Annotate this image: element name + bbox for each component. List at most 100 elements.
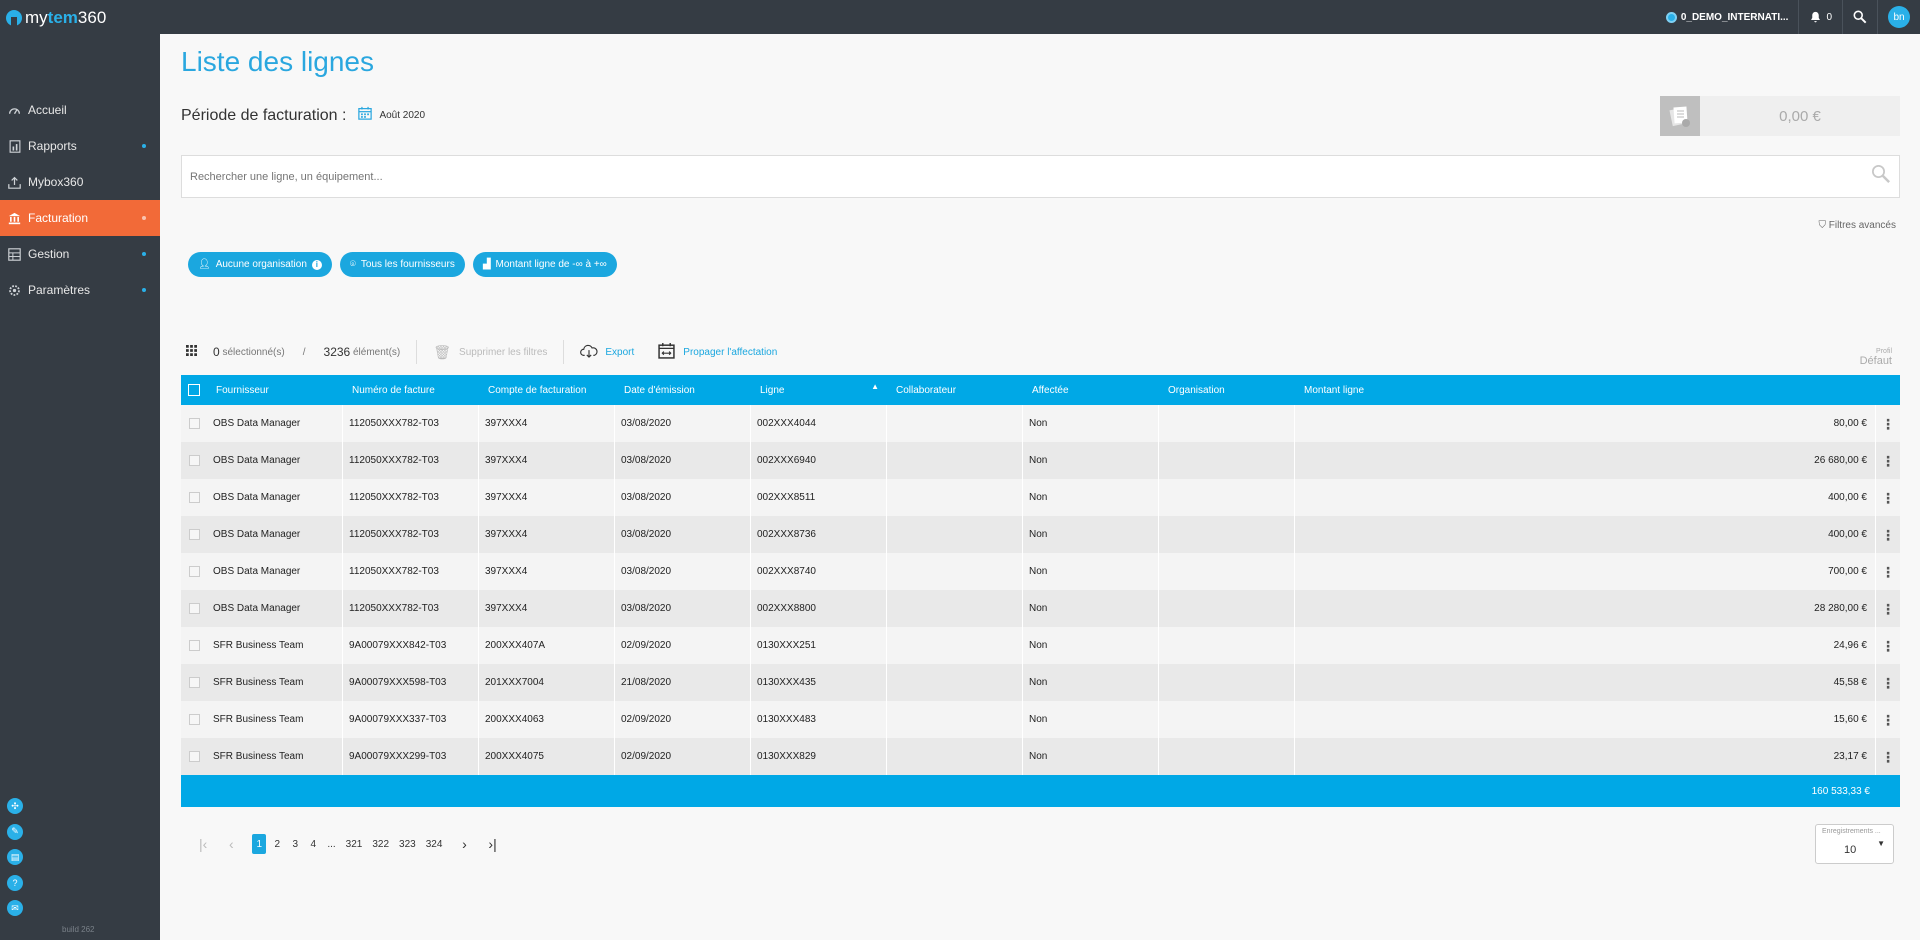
- cell-affectee: Non: [1023, 627, 1159, 664]
- info-icon[interactable]: i: [311, 259, 322, 270]
- column-header-ligne[interactable]: Ligne ▲: [751, 375, 887, 405]
- trash-icon: 🗑︎: [433, 343, 452, 360]
- cell-collaborateur: [887, 738, 1023, 775]
- last-page-icon[interactable]: ›|: [485, 834, 499, 854]
- logo-text-my: my: [25, 8, 48, 27]
- search-input[interactable]: [190, 170, 1871, 183]
- row-actions-kebab-icon[interactable]: ⋮: [1876, 553, 1900, 590]
- organization-selector[interactable]: 0_DEMO_INTERNATI...: [1656, 0, 1799, 34]
- table-row[interactable]: OBS Data Manager 112050XXX782-T03 397XXX4 0…: [181, 553, 1900, 590]
- search-icon[interactable]: [1871, 164, 1899, 189]
- cell-collaborateur: [887, 590, 1023, 627]
- next-page-icon[interactable]: ›: [457, 834, 471, 854]
- profile-selector[interactable]: Profil Défaut: [1860, 348, 1892, 367]
- select-all-checkbox[interactable]: [181, 375, 207, 405]
- table-row[interactable]: SFR Business Team 9A00079XXX299-T03 200XXX…: [181, 738, 1900, 775]
- cell-fournisseur: OBS Data Manager: [207, 405, 343, 442]
- page-number[interactable]: 323: [396, 834, 419, 854]
- mail-icon[interactable]: ✉: [7, 900, 23, 916]
- sidebar-item-rapports[interactable]: Rapports: [0, 128, 160, 164]
- sidebar-item-facturation[interactable]: Facturation: [0, 200, 160, 236]
- invoice-icon: [1660, 96, 1700, 136]
- column-header-compte-facturation[interactable]: Compte de facturation: [479, 375, 615, 405]
- table-row[interactable]: OBS Data Manager 112050XXX782-T03 397XXX4 0…: [181, 405, 1900, 442]
- calendar-icon[interactable]: [358, 106, 373, 125]
- export-button[interactable]: Export: [605, 347, 634, 358]
- row-checkbox[interactable]: [181, 590, 207, 627]
- previous-page-icon[interactable]: ‹: [224, 834, 238, 854]
- clear-filters-button[interactable]: Supprimer les filtres: [459, 347, 547, 358]
- column-header-montant-ligne[interactable]: Montant ligne: [1295, 375, 1876, 405]
- sidebar-item-mybox360[interactable]: Mybox360: [0, 164, 160, 200]
- table-row[interactable]: SFR Business Team 9A00079XXX598-T03 201XXX…: [181, 664, 1900, 701]
- column-header-fournisseur[interactable]: Fournisseur: [207, 375, 343, 405]
- column-header-numero-facture[interactable]: Numéro de facture: [343, 375, 479, 405]
- table-row[interactable]: OBS Data Manager 112050XXX782-T03 397XXX4 0…: [181, 479, 1900, 516]
- page-number[interactable]: 1: [252, 834, 267, 854]
- cell-collaborateur: [887, 664, 1023, 701]
- advanced-filters-button[interactable]: ⛉ Filtres avancés: [1818, 220, 1896, 231]
- row-checkbox[interactable]: [181, 627, 207, 664]
- cell-montant-ligne: 400,00 €: [1295, 479, 1876, 516]
- help-icon[interactable]: ?: [7, 874, 23, 891]
- cell-date-emission: 02/09/2020: [615, 738, 751, 775]
- page-number[interactable]: 4: [306, 834, 320, 854]
- page-number[interactable]: 324: [423, 834, 446, 854]
- cell-compte-facturation: 397XXX4: [479, 405, 615, 442]
- column-chooser-icon[interactable]: [186, 345, 197, 359]
- cell-affectee: Non: [1023, 442, 1159, 479]
- row-actions-kebab-icon[interactable]: ⋮: [1876, 738, 1900, 775]
- row-actions-kebab-icon[interactable]: ⋮: [1876, 405, 1900, 442]
- column-header-date-emission[interactable]: Date d'émission: [615, 375, 751, 405]
- network-icon[interactable]: ✣: [7, 798, 23, 814]
- first-page-icon[interactable]: |‹: [196, 834, 210, 854]
- table-row[interactable]: OBS Data Manager 112050XXX782-T03 397XXX4 0…: [181, 516, 1900, 553]
- row-checkbox[interactable]: [181, 479, 207, 516]
- row-actions-kebab-icon[interactable]: ⋮: [1876, 590, 1900, 627]
- sidebar-item-accueil[interactable]: Accueil: [0, 92, 160, 128]
- propagate-assignment-button[interactable]: Propager l'affectation: [683, 347, 777, 358]
- row-actions-kebab-icon[interactable]: ⋮: [1876, 479, 1900, 516]
- row-actions-kebab-icon[interactable]: ⋮: [1876, 442, 1900, 479]
- filter-chip-fournisseurs[interactable]: ⌾ Tous les fournisseurs: [339, 252, 465, 277]
- page-number[interactable]: 322: [369, 834, 392, 854]
- table-row[interactable]: OBS Data Manager 112050XXX782-T03 397XXX4 0…: [181, 590, 1900, 627]
- row-checkbox[interactable]: [181, 553, 207, 590]
- page-number[interactable]: 3: [288, 834, 302, 854]
- page-number[interactable]: 321: [343, 834, 366, 854]
- cell-affectee: Non: [1023, 405, 1159, 442]
- row-checkbox[interactable]: [181, 442, 207, 479]
- user-menu[interactable]: bn: [1877, 0, 1920, 34]
- file-icon[interactable]: ▤: [7, 849, 23, 865]
- upload-icon: [8, 176, 21, 189]
- row-actions-kebab-icon[interactable]: ⋮: [1876, 664, 1900, 701]
- chevron-down-icon: ▼: [1877, 839, 1885, 848]
- filter-chip-montant[interactable]: ▟ Montant ligne de -∞ à +∞: [472, 252, 617, 277]
- filter-chip-organisation[interactable]: 👤︎ Aucune organisation i: [188, 252, 332, 277]
- table-row[interactable]: SFR Business Team 9A00079XXX337-T03 200XXX…: [181, 701, 1900, 738]
- notifications-button[interactable]: 0: [1798, 0, 1842, 34]
- column-header-affectee[interactable]: Affectée: [1023, 375, 1159, 405]
- row-checkbox[interactable]: [181, 516, 207, 553]
- column-header-organisation[interactable]: Organisation: [1159, 375, 1295, 405]
- app-logo[interactable]: my tem 360: [6, 8, 106, 28]
- row-checkbox[interactable]: [181, 405, 207, 442]
- global-search-button[interactable]: [1842, 0, 1877, 34]
- sidebar-item-gestion[interactable]: Gestion: [0, 236, 160, 272]
- period-value[interactable]: Août 2020: [379, 110, 425, 121]
- row-actions-kebab-icon[interactable]: ⋮: [1876, 516, 1900, 553]
- row-actions-kebab-icon[interactable]: ⋮: [1876, 701, 1900, 738]
- cell-collaborateur: [887, 627, 1023, 664]
- records-per-page-select[interactable]: Enregistrements ... 10 ▼: [1815, 824, 1894, 864]
- row-checkbox[interactable]: [181, 664, 207, 701]
- sidebar-item-parametres[interactable]: Paramètres: [0, 272, 160, 308]
- row-checkbox[interactable]: [181, 701, 207, 738]
- row-checkbox[interactable]: [181, 738, 207, 775]
- page-number[interactable]: 2: [270, 834, 284, 854]
- column-header-collaborateur[interactable]: Collaborateur: [887, 375, 1023, 405]
- row-actions-kebab-icon[interactable]: ⋮: [1876, 627, 1900, 664]
- pen-icon[interactable]: ✎: [7, 823, 23, 840]
- table-row[interactable]: SFR Business Team 9A00079XXX842-T03 200XXX…: [181, 627, 1900, 664]
- table-row[interactable]: OBS Data Manager 112050XXX782-T03 397XXX4 0…: [181, 442, 1900, 479]
- top-bar: my tem 360 0_DEMO_INTERNATI... 0 bn: [0, 0, 1920, 34]
